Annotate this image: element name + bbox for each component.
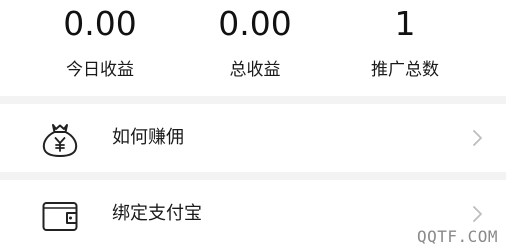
- money-bag-icon: [40, 119, 80, 159]
- wallet-icon: [40, 195, 80, 235]
- menu-item-label: 如何赚佣: [112, 127, 184, 148]
- site-watermark: QQTF.COM: [416, 227, 498, 246]
- promotion-count-value: 1: [394, 4, 416, 43]
- total-earnings-label: 总收益: [229, 60, 281, 80]
- today-earnings-value: 0.00: [63, 4, 137, 43]
- chevron-right-icon: [472, 129, 484, 147]
- menu-item-label: 绑定支付宝: [112, 203, 202, 224]
- section-divider: [0, 96, 506, 104]
- promotion-count-stat: 1 推广总数: [330, 0, 480, 96]
- total-earnings-value: 0.00: [218, 4, 292, 43]
- promotion-count-label: 推广总数: [371, 60, 439, 80]
- section-divider: [0, 172, 506, 180]
- today-earnings-label: 今日收益: [66, 60, 134, 80]
- chevron-right-icon: [472, 205, 484, 223]
- total-earnings-stat: 0.00 总收益: [180, 0, 330, 96]
- menu-item-how-to-earn[interactable]: 如何赚佣: [0, 104, 506, 172]
- earnings-summary: 0.00 今日收益 0.00 总收益 1 推广总数: [0, 0, 506, 96]
- today-earnings-stat: 0.00 今日收益: [25, 0, 175, 96]
